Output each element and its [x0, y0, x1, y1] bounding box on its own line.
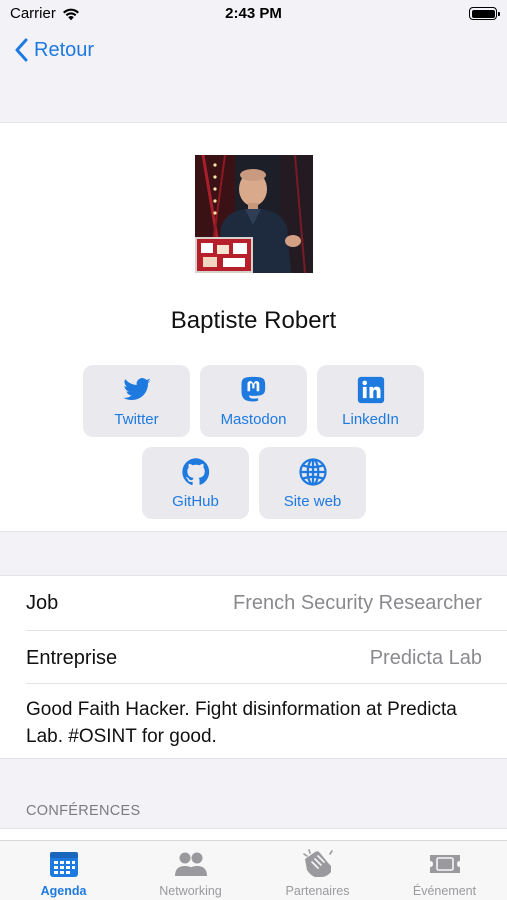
linkedin-label: LinkedIn [342, 410, 399, 428]
job-row: Job French Security Researcher [0, 576, 507, 630]
twitter-button[interactable]: Twitter [83, 365, 190, 437]
status-bar: Carrier 2:43 PM [0, 0, 507, 28]
github-icon [181, 457, 209, 485]
conferences-section-header: CONFÉRENCES [26, 803, 141, 819]
website-button[interactable]: Site web [259, 447, 366, 519]
tab-partenaires-label: Partenaires [285, 884, 350, 898]
github-label: GitHub [172, 492, 219, 510]
website-label: Site web [283, 492, 342, 510]
conferences-list [0, 828, 507, 840]
battery-icon [469, 7, 500, 20]
job-label: Job [26, 592, 59, 614]
back-button[interactable]: Retour [14, 38, 94, 62]
linkedin-button[interactable]: LinkedIn [317, 365, 424, 437]
mastodon-button[interactable]: Mastodon [200, 365, 307, 437]
mastodon-icon [241, 376, 265, 401]
speaker-info-list: Job French Security Researcher Entrepris… [0, 575, 507, 759]
back-label: Retour [34, 38, 95, 61]
job-value: French Security Researcher [233, 592, 482, 614]
tab-evenement[interactable]: Événement [381, 841, 507, 900]
company-value: Predicta Lab [369, 647, 482, 669]
mastodon-label: Mastodon [220, 410, 287, 428]
tab-partenaires[interactable]: Partenaires [254, 841, 381, 900]
tab-networking[interactable]: Networking [127, 841, 254, 900]
company-label: Entreprise [26, 647, 118, 669]
row-divider [26, 683, 507, 684]
tab-agenda[interactable]: Agenda [0, 841, 127, 900]
speaker-bio: Good Faith Hacker. Fight disinformation … [26, 699, 457, 747]
company-row: Entreprise Predicta Lab [0, 631, 507, 685]
chevron-left-icon [15, 38, 28, 62]
tab-bar: Agenda Networking Partenaires Événement [0, 840, 507, 900]
people-icon [174, 852, 207, 876]
github-button[interactable]: GitHub [142, 447, 249, 519]
speaker-profile-card: Baptiste Robert Twitter Mastodon LinkedI… [0, 122, 507, 532]
handshake-icon [302, 849, 333, 877]
calendar-icon [49, 852, 78, 877]
speaker-photo [195, 155, 313, 273]
twitter-label: Twitter [114, 410, 159, 428]
status-time: 2:43 PM [225, 5, 282, 22]
speaker-avatar [195, 155, 313, 273]
tab-evenement-label: Événement [412, 884, 477, 898]
linkedin-icon [357, 376, 384, 403]
tab-agenda-label: Agenda [40, 884, 87, 898]
navigation-bar: Retour [0, 28, 507, 78]
speaker-name: Baptiste Robert [170, 307, 337, 334]
tab-networking-label: Networking [159, 884, 222, 898]
globe-icon [298, 457, 327, 486]
ticket-icon [429, 855, 460, 873]
twitter-icon [122, 377, 151, 400]
